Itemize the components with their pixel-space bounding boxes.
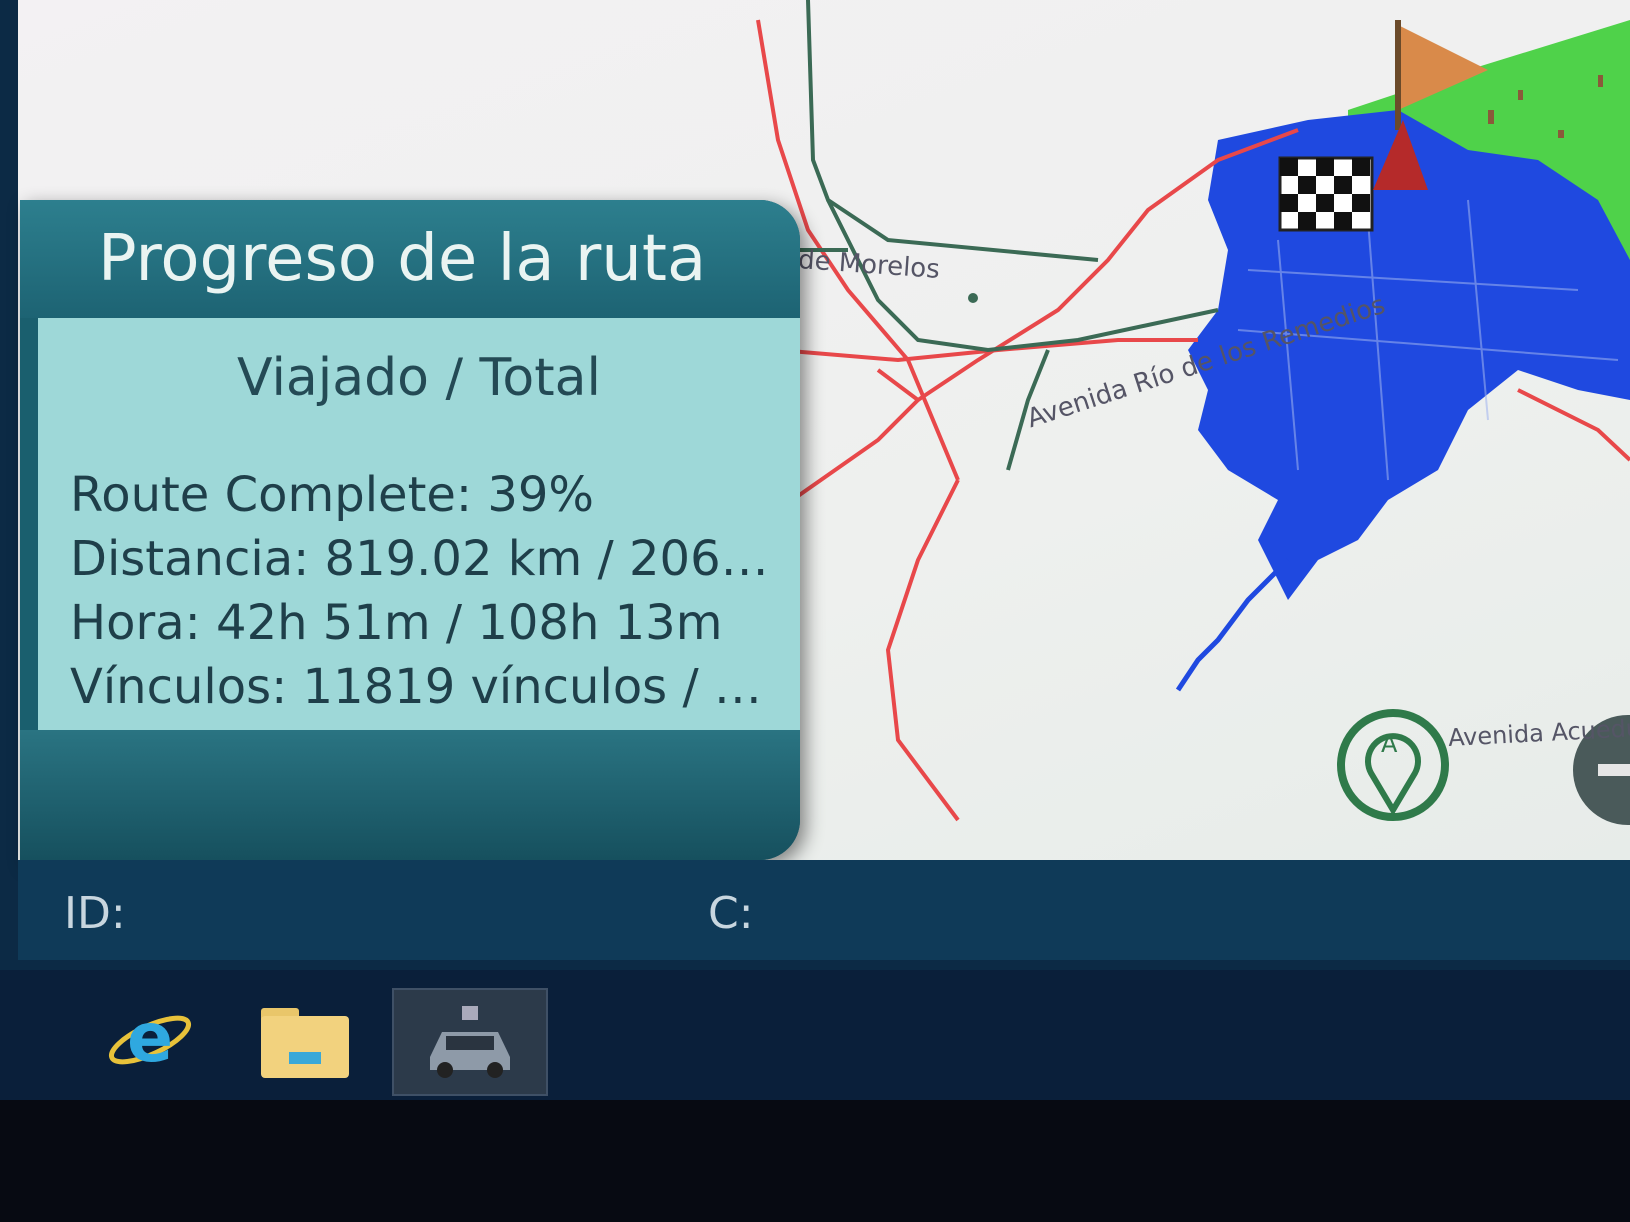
status-id-label: ID:: [64, 888, 126, 939]
distance-stat: Distancia: 819.02 km / 206…: [70, 531, 769, 587]
svg-text:e: e: [127, 999, 173, 1078]
road-lines: [778, 0, 1219, 471]
panel-subtitle: Viajado / Total: [237, 348, 601, 408]
route-progress-panel: Progreso de la ruta Viajado / Total Rout…: [20, 200, 800, 860]
checkered-flag-icon: [1278, 156, 1374, 232]
map-poi-dot: [968, 293, 978, 303]
route-complete-stat: Route Complete: 39%: [70, 467, 595, 523]
taskbar-file-explorer[interactable]: [255, 990, 355, 1090]
taskbar-vehicle-app[interactable]: [392, 988, 548, 1096]
covered-area-tail: [1175, 558, 1290, 692]
time-stat: Hora: 42h 51m / 108h 13m: [70, 595, 723, 651]
folder-icon: [261, 1008, 349, 1078]
route-stats: Route Complete: 39% Distancia: 819.02 km…: [70, 463, 769, 719]
links-stat: Vínculos: 11819 vínculos / …: [70, 659, 762, 715]
status-c-label: C:: [708, 888, 754, 939]
status-bar: ID: C:: [18, 860, 1630, 960]
car-icon: [430, 1006, 510, 1078]
panel-body: Viajado / Total Route Complete: 39% Dist…: [38, 318, 800, 730]
taskbar-internet-explorer[interactable]: e: [100, 990, 200, 1090]
panel-title: Progreso de la ruta: [20, 200, 800, 318]
panel-footer: [20, 730, 800, 860]
screen: de Morelos Avenida Río de los Remedios A…: [0, 0, 1630, 1100]
taskbar: e: [0, 970, 1630, 1100]
ie-icon: e: [108, 999, 192, 1078]
marker-letter: A: [1381, 730, 1398, 758]
location-pin-icon: [1337, 709, 1449, 821]
